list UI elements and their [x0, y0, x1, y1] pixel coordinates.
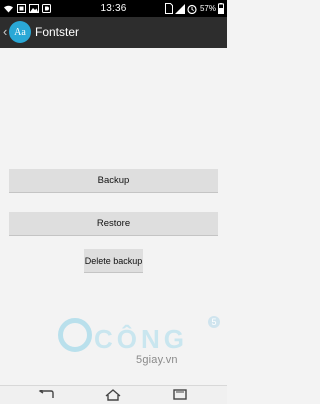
battery-percent: 57%	[199, 4, 216, 13]
status-right-icons: 57%	[164, 2, 224, 15]
navigation-bar	[0, 385, 227, 404]
app-icon-text: Aa	[14, 26, 26, 38]
nav-home-icon[interactable]	[101, 388, 125, 402]
sim-icon	[164, 3, 173, 14]
restore-button[interactable]: Restore	[9, 212, 218, 236]
alarm-icon	[187, 4, 197, 14]
backup-button[interactable]: Backup	[9, 169, 218, 193]
app-title: Fontster	[35, 25, 80, 39]
watermark-word: CÔNG	[94, 324, 188, 354]
nav-recent-apps-icon[interactable]	[168, 388, 192, 402]
status-bar: 13:36 57%	[0, 0, 227, 17]
watermark-badge: 5	[208, 316, 220, 328]
delete-backup-button[interactable]: Delete backup	[84, 249, 143, 273]
watermark-ring-icon	[58, 318, 92, 352]
app-icon[interactable]: Aa	[9, 21, 31, 43]
action-bar: ‹ Aa Fontster	[0, 17, 227, 48]
nav-back-icon[interactable]	[34, 388, 58, 402]
battery-icon	[218, 3, 224, 14]
watermark-site: 5giay.vn	[136, 354, 178, 366]
watermark-logo: CÔNG 5 5giay.vn	[58, 316, 228, 366]
back-chevron-icon[interactable]: ‹	[3, 23, 7, 41]
signal-icon	[174, 3, 185, 14]
